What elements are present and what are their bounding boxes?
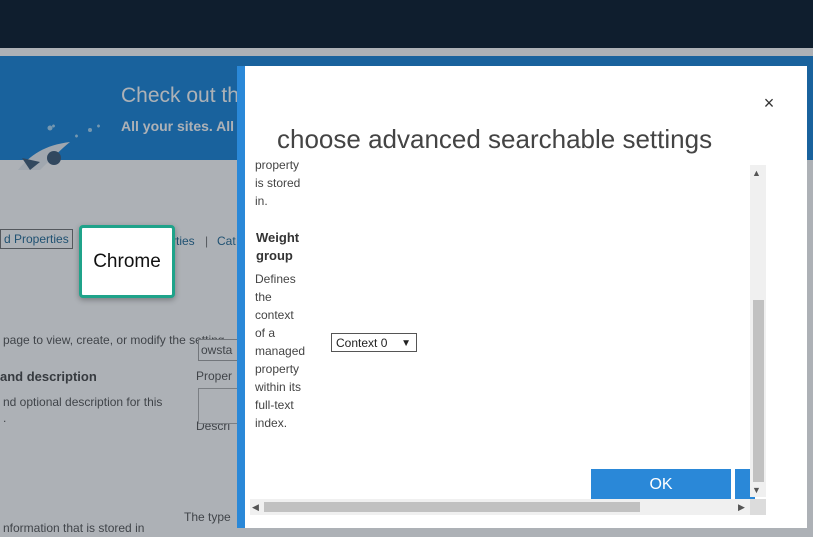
weight-group-desc: full-text (255, 398, 294, 412)
dialog-title: choose advanced searchable settings (277, 124, 713, 154)
scroll-down-icon[interactable]: ▼ (752, 485, 761, 495)
fragment-line: is stored (255, 176, 301, 190)
select-value: Context 0 (336, 336, 388, 350)
fragment-line: property (255, 158, 300, 172)
horizontal-scroll-thumb[interactable] (264, 502, 640, 512)
suite-bar (0, 0, 813, 48)
chrome-badge: Chrome (79, 225, 175, 298)
weight-group-desc: the (255, 290, 272, 304)
weight-group-heading: group (256, 248, 293, 263)
scroll-up-icon[interactable]: ▲ (752, 168, 761, 178)
close-icon[interactable]: × (760, 94, 778, 112)
scrollbar-corner (750, 499, 766, 515)
dropdown-arrow-icon: ▼ (401, 338, 411, 349)
weight-group-select[interactable]: Context 0 ▼ (331, 333, 417, 352)
scroll-right-icon[interactable]: ▶ (738, 502, 745, 513)
weight-group-heading: Weight (256, 230, 300, 245)
weight-group-desc: within its (255, 380, 302, 394)
scroll-left-icon[interactable]: ◀ (252, 502, 259, 513)
weight-group-desc: context (255, 308, 294, 322)
weight-group-desc: index. (255, 416, 288, 430)
ok-button[interactable]: OK (591, 469, 731, 499)
weight-group-desc: Defines (255, 272, 296, 286)
vertical-scroll-thumb[interactable] (753, 300, 764, 482)
weight-group-desc: property (255, 362, 300, 376)
weight-group-desc: managed (255, 344, 306, 358)
weight-group-desc: of a (255, 326, 276, 340)
fragment-line: in. (255, 194, 268, 208)
